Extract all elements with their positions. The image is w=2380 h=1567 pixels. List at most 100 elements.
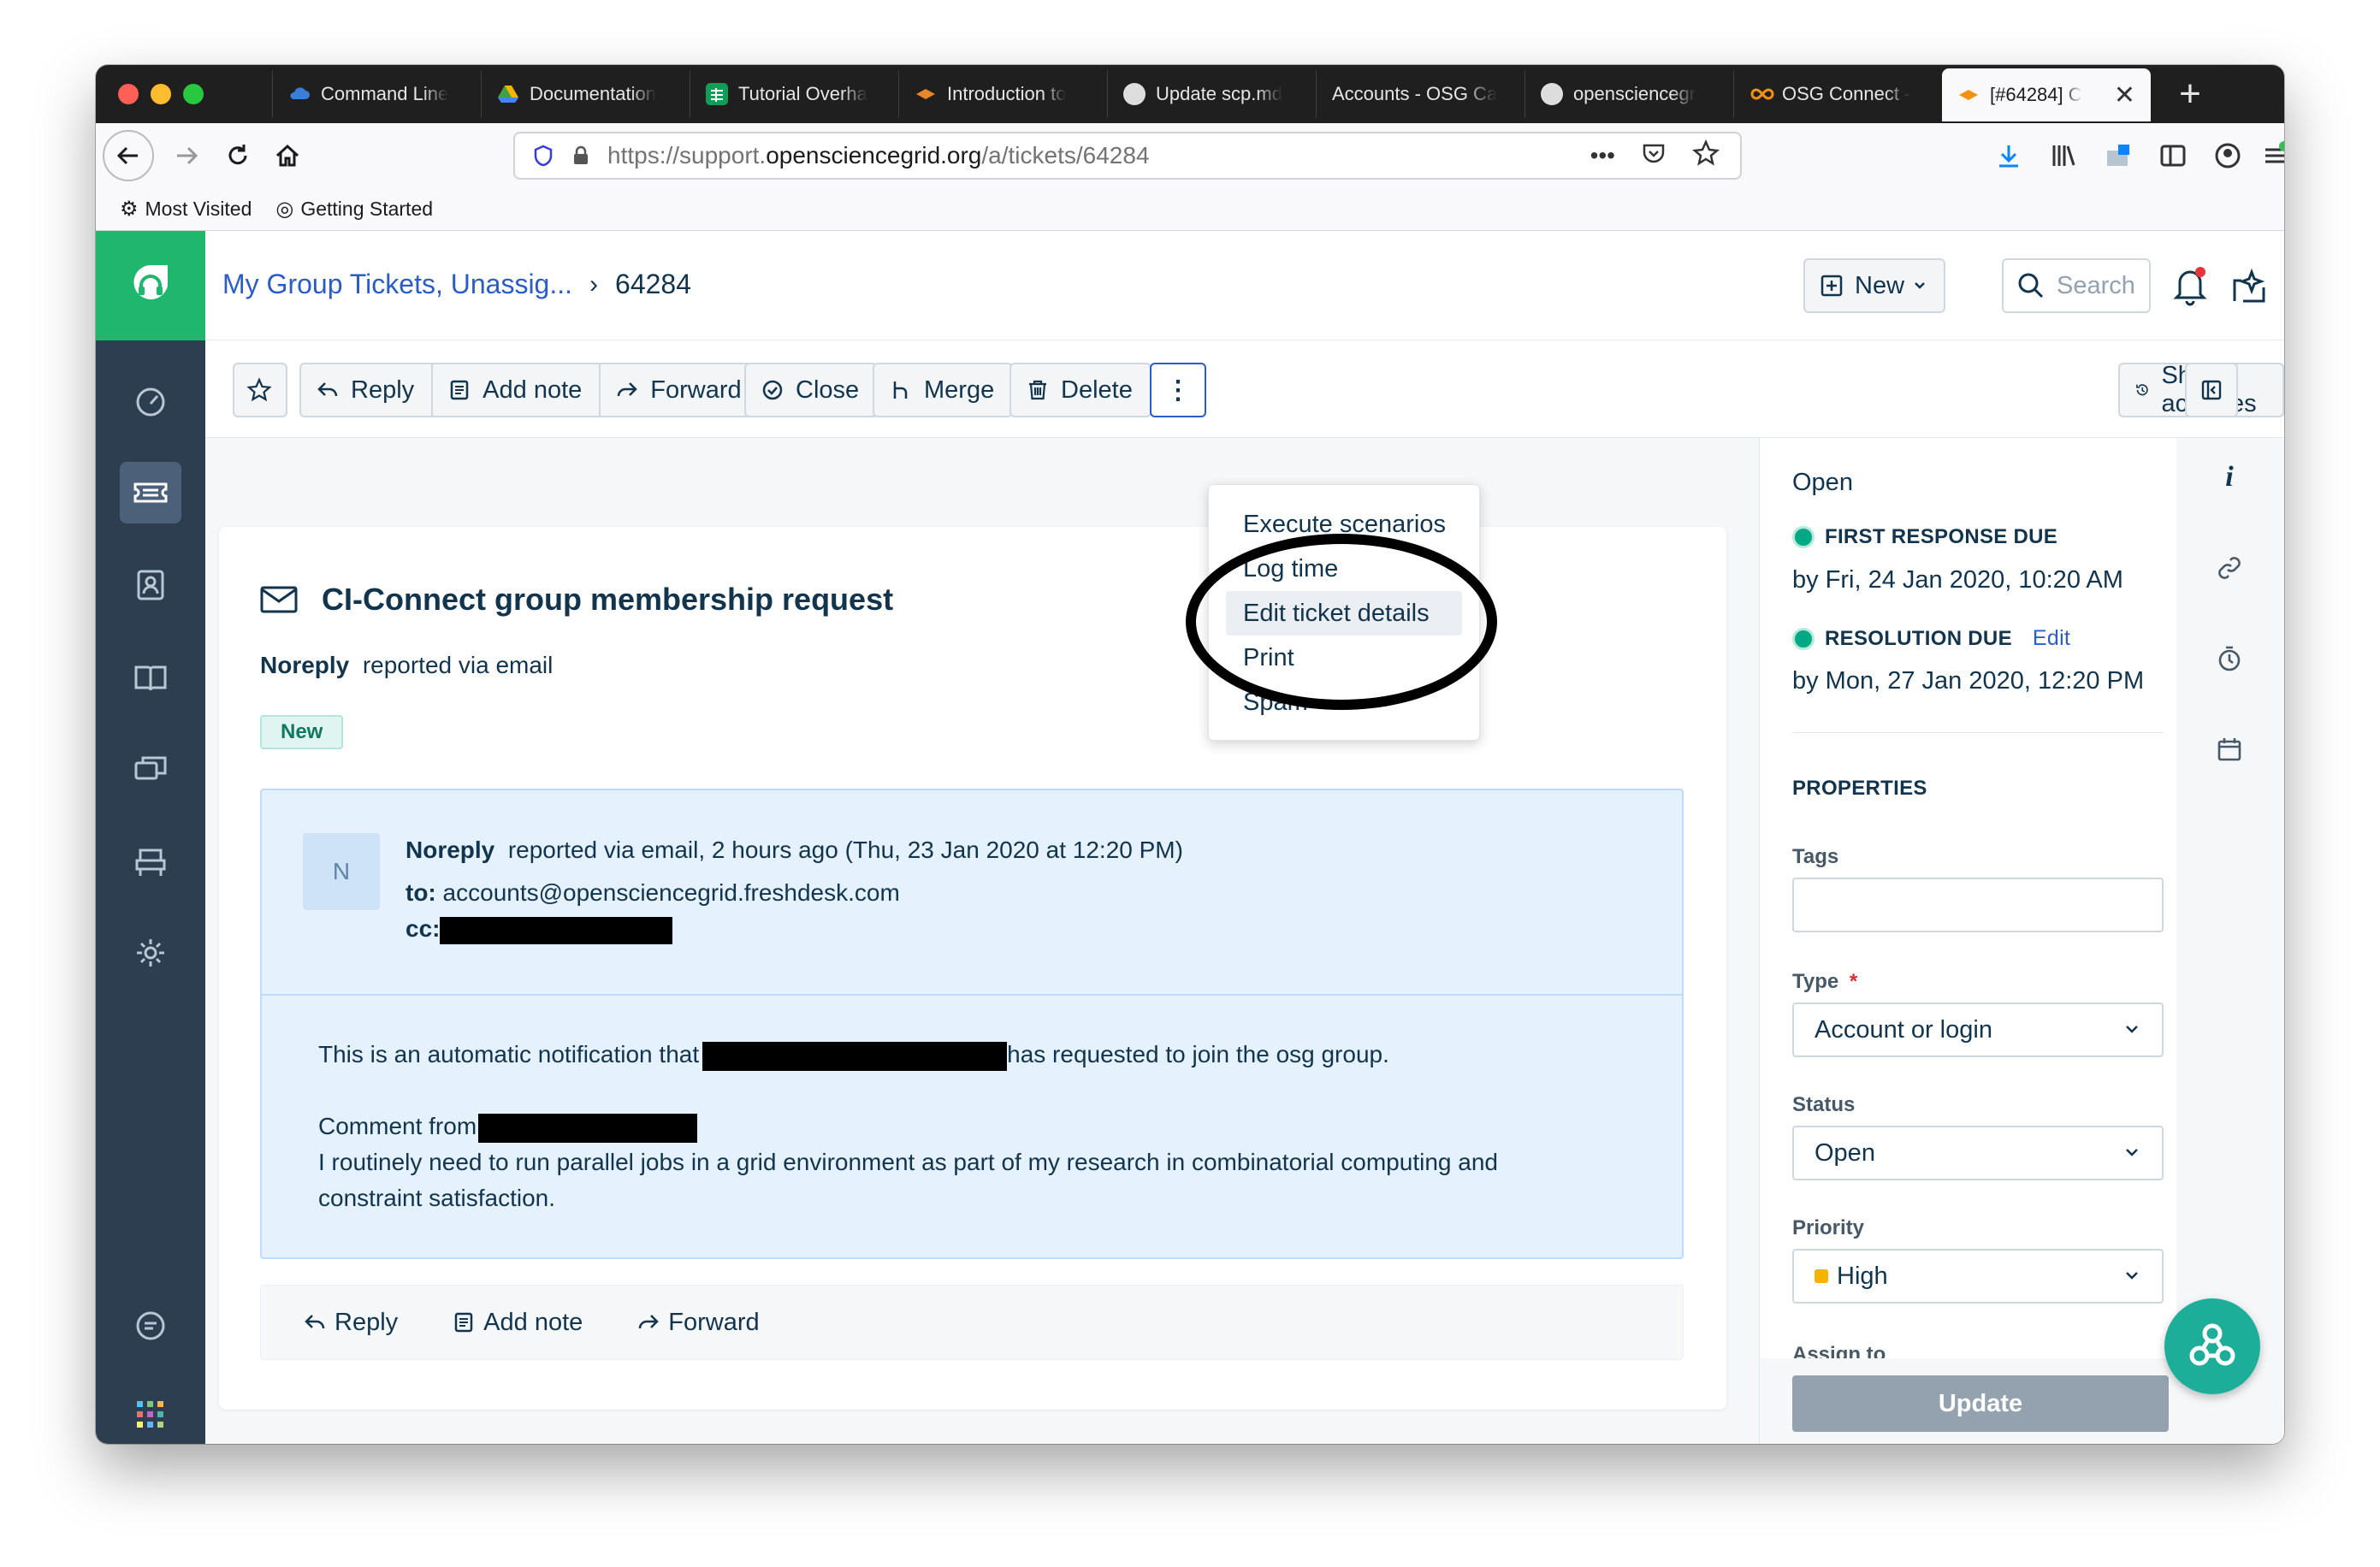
status-dot-icon xyxy=(1792,627,1815,650)
close-tab-icon[interactable]: ✕ xyxy=(2107,80,2135,110)
sender-name[interactable]: Noreply xyxy=(406,837,494,863)
menu-item-spam[interactable]: Spam xyxy=(1209,680,1479,724)
more-actions-button[interactable]: ⋮ xyxy=(1150,363,1206,417)
edit-due-link[interactable]: Edit xyxy=(2033,626,2070,651)
sender-avatar: N xyxy=(303,833,380,910)
browser-tab[interactable]: Update scp.md xyxy=(1107,70,1316,118)
chair-icon xyxy=(135,849,166,876)
menu-item-log-time[interactable]: Log time xyxy=(1209,547,1479,591)
timer-icon[interactable] xyxy=(2211,640,2248,677)
notifications-button[interactable] xyxy=(2170,263,2211,312)
breadcrumb-link[interactable]: My Group Tickets, Unassig... xyxy=(222,269,572,300)
account-button[interactable] xyxy=(2207,135,2248,176)
home-button[interactable] xyxy=(267,135,308,176)
forward-ticket-button[interactable]: Forward xyxy=(599,364,758,416)
screenshot-button[interactable] xyxy=(2098,135,2139,176)
apps-nav[interactable] xyxy=(120,1384,181,1444)
bookmark-getting-started[interactable]: ◎ Getting Started xyxy=(275,197,433,222)
pocket-icon[interactable] xyxy=(1641,140,1667,172)
maximize-window-button[interactable] xyxy=(183,84,204,104)
browser-tab-active[interactable]: [#64284] C ✕ xyxy=(1942,68,2151,121)
type-select[interactable]: Account or login xyxy=(1792,1002,2164,1057)
right-icon-strip: i xyxy=(2176,438,2284,1444)
search-icon xyxy=(2018,273,2044,299)
message-body-line: This is an automatic notification that ha… xyxy=(318,1037,1389,1073)
info-icon[interactable]: i xyxy=(2211,458,2248,496)
solutions-nav[interactable] xyxy=(120,647,181,708)
breadcrumb: My Group Tickets, Unassig... › 64284 xyxy=(222,269,691,300)
minimize-window-button[interactable] xyxy=(151,84,171,104)
menu-item-edit-ticket-details[interactable]: Edit ticket details xyxy=(1226,591,1462,636)
arrow-right-icon xyxy=(177,146,198,165)
hexagon-network-icon xyxy=(2189,1323,2235,1366)
message-body-line: Comment from xyxy=(318,1109,698,1144)
menu-item-execute-scenarios[interactable]: Execute scenarios xyxy=(1209,502,1479,547)
book-icon xyxy=(134,665,167,691)
delete-button[interactable]: Delete xyxy=(1009,363,1152,417)
sidebar-toggle-button[interactable] xyxy=(2152,135,2194,176)
note-icon xyxy=(454,1312,473,1333)
reporter-name[interactable]: Noreply xyxy=(260,652,349,678)
browser-tab[interactable]: Command Line xyxy=(272,70,481,118)
ticket-toolbar: Reply Add note Forward Close Merge Delet… xyxy=(205,340,2284,438)
chat-icon xyxy=(134,756,167,780)
bookmark-most-visited[interactable]: ⚙ Most Visited xyxy=(120,197,252,222)
admin-nav[interactable] xyxy=(120,922,181,984)
new-tab-button[interactable]: + xyxy=(2164,70,2216,118)
collapse-panel-button[interactable] xyxy=(2185,363,2238,417)
reports-nav[interactable] xyxy=(120,831,181,893)
browser-tab[interactable]: Introduction to xyxy=(898,70,1107,118)
browser-tab[interactable]: Tutorial Overha xyxy=(690,70,898,118)
menu-item-print[interactable]: Print xyxy=(1209,636,1479,680)
status-badge: New xyxy=(260,715,344,749)
dashboard-icon xyxy=(136,387,165,417)
contacts-nav[interactable] xyxy=(120,554,181,616)
chevron-down-icon xyxy=(2126,1149,2138,1156)
calendar-icon[interactable] xyxy=(2211,730,2248,768)
browser-tab[interactable]: Documentation xyxy=(481,70,690,118)
settings-gear-icon xyxy=(137,939,164,967)
reply-button[interactable]: Reply xyxy=(304,1309,398,1337)
close-window-button[interactable] xyxy=(118,84,139,104)
search-button[interactable]: Search xyxy=(2002,258,2151,313)
reply-button[interactable]: Reply xyxy=(301,364,431,416)
library-button[interactable] xyxy=(2043,135,2084,176)
reload-button[interactable] xyxy=(217,135,258,176)
chevron-down-icon xyxy=(2126,1026,2138,1033)
downloads-button[interactable] xyxy=(1988,135,2029,176)
freddy-ai-button[interactable] xyxy=(2228,265,2270,312)
browser-tab[interactable]: opensciencegr xyxy=(1525,70,1733,118)
forward-button[interactable] xyxy=(166,135,207,176)
new-button[interactable]: New xyxy=(1803,258,1945,313)
feedback-nav[interactable] xyxy=(120,1295,181,1357)
help-widget-button[interactable] xyxy=(2164,1298,2260,1394)
tickets-nav[interactable] xyxy=(120,462,181,523)
browser-tab[interactable]: Accounts - OSG Ca xyxy=(1316,70,1525,118)
status-select[interactable]: Open xyxy=(1792,1126,2164,1180)
left-nav xyxy=(96,231,205,1444)
back-button[interactable] xyxy=(103,130,154,181)
merge-button[interactable]: Merge xyxy=(873,363,1014,417)
bookmark-star-icon[interactable] xyxy=(1692,139,1720,173)
priority-label: Priority xyxy=(1792,1216,1865,1239)
message-icon xyxy=(136,1311,165,1340)
forums-nav[interactable] xyxy=(120,739,181,801)
close-ticket-button[interactable]: Close xyxy=(744,363,879,417)
merge-icon xyxy=(893,381,908,399)
add-note-button[interactable]: Add note xyxy=(431,364,599,416)
freshdesk-logo[interactable] xyxy=(96,231,205,340)
priority-select[interactable]: High xyxy=(1792,1249,2164,1304)
globe-icon: ◎ xyxy=(275,198,294,221)
tags-input[interactable] xyxy=(1792,878,2164,932)
add-note-button[interactable]: Add note xyxy=(453,1309,583,1337)
link-icon[interactable] xyxy=(2211,549,2248,587)
forward-ticket-button[interactable]: Forward xyxy=(637,1309,760,1337)
menu-button[interactable] xyxy=(2255,135,2284,176)
update-button[interactable]: Update xyxy=(1792,1375,2169,1432)
redacted-block xyxy=(478,1113,698,1143)
browser-tab[interactable]: OSG Connect - xyxy=(1733,70,1942,118)
url-bar[interactable]: https://support. opensciencegrid.org/a/ti… xyxy=(513,132,1742,180)
dashboard-nav[interactable] xyxy=(120,371,181,433)
more-actions-icon[interactable]: ••• xyxy=(1590,142,1615,169)
favorite-button[interactable] xyxy=(233,363,287,417)
